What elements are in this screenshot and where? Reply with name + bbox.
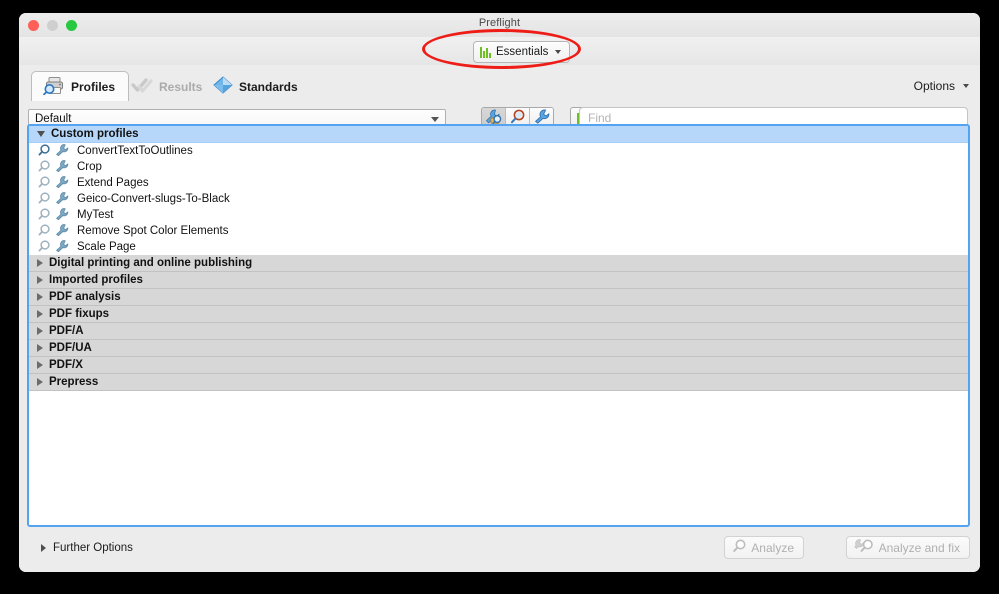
footer-bar: Further Options Analyze Analyze and fix: [19, 527, 980, 572]
checkmarks-icon: [131, 77, 153, 97]
tab-bar: Profiles Results Standards Options: [19, 65, 980, 103]
analyze-and-fix-button-label: Analyze and fix: [878, 540, 960, 555]
workspace-toolbar: Essentials: [19, 37, 980, 66]
list-group-header[interactable]: Prepress: [29, 374, 968, 391]
list-group-header[interactable]: Custom profiles: [29, 126, 968, 143]
triangle-right-icon[interactable]: [37, 259, 43, 267]
group-label: Imported profiles: [49, 274, 143, 286]
wrench-icon[interactable]: [55, 207, 69, 223]
list-group-header[interactable]: PDF/UA: [29, 340, 968, 357]
row-icons: [38, 175, 69, 191]
list-group-header[interactable]: Digital printing and online publishing: [29, 255, 968, 272]
list-group-header[interactable]: PDF fixups: [29, 306, 968, 323]
group-label: Digital printing and online publishing: [49, 257, 253, 269]
chevron-down-icon: [431, 116, 439, 122]
list-item[interactable]: Scale Page: [29, 239, 968, 255]
analyze-button-label: Analyze: [751, 540, 794, 555]
workspace-label: Essentials: [496, 46, 549, 58]
list-item[interactable]: MyTest: [29, 207, 968, 223]
list-item[interactable]: ConvertTextToOutlines: [29, 143, 968, 159]
list-item[interactable]: Remove Spot Color Elements: [29, 223, 968, 239]
triangle-down-icon[interactable]: [37, 131, 45, 137]
group-label: PDF fixups: [49, 308, 110, 320]
wrench-icon[interactable]: [55, 159, 69, 175]
group-label: Prepress: [49, 376, 99, 388]
triangle-right-icon[interactable]: [37, 378, 43, 386]
profile-name: Geico-Convert-slugs-To-Black: [77, 193, 230, 205]
magnifier-icon[interactable]: [38, 175, 51, 191]
profile-group-select-value: Default: [35, 112, 72, 125]
magnifier-icon[interactable]: [38, 239, 51, 255]
triangle-right-icon[interactable]: [37, 327, 43, 335]
window-titlebar: Preflight: [19, 13, 980, 38]
tab-profiles-label: Profiles: [71, 80, 116, 94]
tab-standards[interactable]: Standards: [202, 72, 311, 101]
tab-profiles[interactable]: Profiles: [31, 71, 130, 103]
wrench-magnifier-icon: [853, 539, 875, 556]
group-label: PDF/X: [49, 359, 83, 371]
magnifier-icon[interactable]: [38, 207, 51, 223]
wrench-icon[interactable]: [55, 143, 69, 159]
list-group-header[interactable]: Imported profiles: [29, 272, 968, 289]
options-menu-button[interactable]: Options: [914, 79, 969, 93]
row-icons: [38, 223, 69, 239]
printer-magnifier-icon: [43, 76, 65, 98]
triangle-right-icon[interactable]: [37, 344, 43, 352]
bar-chart-icon: [480, 46, 491, 58]
chevron-down-icon: [963, 84, 969, 88]
triangle-right-icon[interactable]: [37, 293, 43, 301]
tab-results-label: Results: [159, 79, 203, 94]
profile-name: ConvertTextToOutlines: [77, 145, 193, 157]
row-icons: [38, 143, 69, 159]
wrench-icon[interactable]: [55, 191, 69, 207]
preflight-window: Preflight Essentials Profiles Results St…: [19, 13, 980, 572]
list-group-header[interactable]: PDF analysis: [29, 289, 968, 306]
blue-diamond-icon: [213, 76, 233, 97]
further-options-toggle[interactable]: Further Options: [41, 542, 133, 554]
list-group-header[interactable]: PDF/X: [29, 357, 968, 374]
list-item[interactable]: Crop: [29, 159, 968, 175]
group-label: Custom profiles: [51, 128, 139, 140]
magnifier-icon: [732, 539, 747, 556]
triangle-right-icon: [41, 544, 46, 552]
magnifier-icon[interactable]: [38, 191, 51, 207]
magnifier-icon[interactable]: [38, 143, 51, 159]
further-options-label: Further Options: [53, 542, 133, 554]
analyze-button[interactable]: Analyze: [724, 536, 804, 559]
row-icons: [38, 207, 69, 223]
row-icons: [38, 191, 69, 207]
magnifier-icon[interactable]: [38, 159, 51, 175]
options-label: Options: [913, 79, 955, 93]
screen: Preflight Essentials Profiles Results St…: [0, 0, 999, 594]
group-label: PDF/A: [49, 325, 84, 337]
list-group-header[interactable]: PDF/A: [29, 323, 968, 340]
analyze-and-fix-button[interactable]: Analyze and fix: [845, 536, 970, 559]
wrench-icon[interactable]: [55, 175, 69, 191]
profile-name: Crop: [77, 161, 102, 173]
triangle-right-icon[interactable]: [37, 276, 43, 284]
row-icons: [38, 159, 69, 175]
triangle-right-icon[interactable]: [37, 361, 43, 369]
profile-name: Extend Pages: [77, 177, 149, 189]
search-placeholder: Find: [588, 110, 612, 125]
profile-name: MyTest: [77, 209, 114, 221]
profile-name: Scale Page: [77, 241, 136, 253]
chevron-down-icon: [555, 50, 562, 54]
profiles-list[interactable]: Custom profiles ConvertTextToOutlines Cr…: [27, 124, 970, 527]
triangle-right-icon[interactable]: [37, 310, 43, 318]
window-title: Preflight: [478, 17, 521, 29]
group-label: PDF/UA: [49, 342, 92, 354]
wrench-icon[interactable]: [55, 223, 69, 239]
workspace-essentials-button[interactable]: Essentials: [473, 41, 571, 63]
tab-standards-label: Standards: [239, 79, 298, 94]
list-item[interactable]: Extend Pages: [29, 175, 968, 191]
group-label: PDF analysis: [49, 291, 121, 303]
row-icons: [38, 239, 69, 255]
profile-name: Remove Spot Color Elements: [77, 225, 229, 237]
wrench-icon[interactable]: [55, 239, 69, 255]
list-item[interactable]: Geico-Convert-slugs-To-Black: [29, 191, 968, 207]
magnifier-icon[interactable]: [38, 223, 51, 239]
